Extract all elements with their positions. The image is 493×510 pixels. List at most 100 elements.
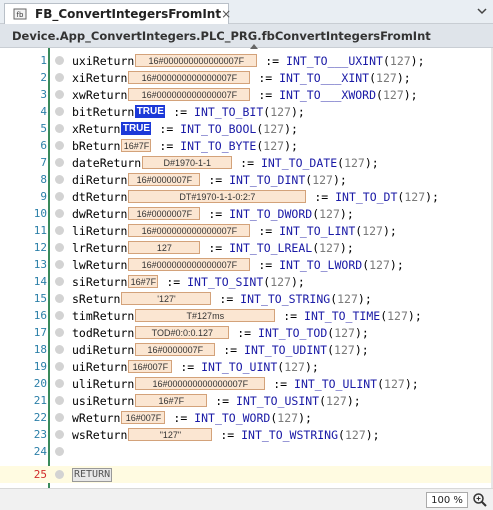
code-line[interactable]: 4 bitReturn TRUE := INT_TO_BIT(127); xyxy=(0,103,493,120)
monitor-value[interactable]: 16#7F xyxy=(121,139,152,152)
breakpoint-marker[interactable] xyxy=(55,107,64,116)
breakpoint-marker[interactable] xyxy=(55,141,64,150)
code-line[interactable]: 23 wsReturn "127" := INT_TO_WSTRING(127); xyxy=(0,426,493,443)
code-line[interactable]: 17 todReturn TOD#0:0:0.127 := INT_TO_TOD(1… xyxy=(0,324,493,341)
code-line[interactable]: 24 xyxy=(0,443,493,460)
close-paren: ); xyxy=(354,342,369,357)
close-paren: ); xyxy=(298,410,312,425)
monitor-value[interactable]: 16#007F xyxy=(121,411,166,424)
code-line[interactable]: 7 dateReturn D#1970-1-1 := INT_TO_DATE(127… xyxy=(0,154,493,171)
code-line[interactable]: 19 uiReturn 16#007F := INT_TO_UINT(127); xyxy=(0,358,493,375)
monitor-value[interactable]: 127 xyxy=(128,241,201,254)
monitor-value[interactable]: 16#000000000000007F xyxy=(128,224,251,237)
variable-name: wsReturn xyxy=(72,427,128,442)
breakpoint-marker[interactable] xyxy=(55,124,64,133)
monitor-value[interactable]: TRUE xyxy=(121,122,152,135)
code-line[interactable]: 16 timReturn T#127ms := INT_TO_TIME(127); xyxy=(0,307,493,324)
function-name: INT_TO___UXINT xyxy=(286,53,383,68)
breakpoint-marker[interactable] xyxy=(55,226,64,235)
monitor-value[interactable]: 16#7F xyxy=(135,394,208,407)
open-paren: ( xyxy=(369,70,377,85)
monitor-value[interactable]: TRUE xyxy=(135,105,166,118)
monitor-value[interactable]: 16#0000007F xyxy=(128,207,201,220)
variable-name: dtReturn xyxy=(72,189,128,204)
monitor-value[interactable]: T#127ms xyxy=(135,309,276,322)
breakpoint-marker[interactable] xyxy=(55,209,64,218)
breakpoint-marker[interactable] xyxy=(55,73,64,82)
code-line[interactable]: 15 sReturn '127' := INT_TO_STRING(127); xyxy=(0,290,493,307)
monitor-value[interactable]: 16#000000000000007F xyxy=(128,71,251,84)
line-number: 19 xyxy=(33,360,47,373)
chevron-down-icon[interactable] xyxy=(477,6,487,16)
code-line[interactable]: 2 xiReturn 16#000000000000007F := INT_TO__… xyxy=(0,69,493,86)
function-name: INT_TO_BYTE xyxy=(180,138,257,153)
code-text: sReturn '127' := INT_TO_STRING(127); xyxy=(72,291,372,306)
breakpoint-marker[interactable] xyxy=(55,362,64,371)
code-line-current[interactable]: 25 RETURN xyxy=(0,466,493,483)
function-name: INT_TO_DATE xyxy=(260,155,338,170)
breakpoint-marker[interactable] xyxy=(55,192,64,201)
breakpoint-marker[interactable] xyxy=(55,311,64,320)
code-editor[interactable]: 1 uxiReturn 16#000000000000007F := INT_TO_… xyxy=(0,48,493,488)
monitor-value[interactable]: "127" xyxy=(128,428,213,441)
assign-operator: := xyxy=(173,359,202,374)
function-name: INT_TO_DT xyxy=(335,189,398,204)
breakpoint-marker[interactable] xyxy=(55,470,64,479)
argument-value: 127 xyxy=(284,359,305,374)
code-line[interactable]: 20 uliReturn 16#000000000000007F := INT_TO… xyxy=(0,375,493,392)
monitor-value[interactable]: 16#0000007F xyxy=(128,173,201,186)
zoom-level[interactable]: 100 % xyxy=(426,492,468,508)
breakpoint-marker[interactable] xyxy=(55,158,64,167)
breakpoint-marker[interactable] xyxy=(55,277,64,286)
code-line[interactable]: 3 xwReturn 16#000000000000007F := INT_TO__… xyxy=(0,86,493,103)
zoom-icon[interactable] xyxy=(472,492,488,508)
breakpoint-marker[interactable] xyxy=(55,396,64,405)
monitor-value[interactable]: 16#0000007F xyxy=(135,343,216,356)
assign-operator: := xyxy=(201,172,230,187)
breakpoint-marker[interactable] xyxy=(55,56,64,65)
breakpoint-marker[interactable] xyxy=(55,447,64,456)
code-line[interactable]: 10 dwReturn 16#0000007F := INT_TO_DWORD(12… xyxy=(0,205,493,222)
breakpoint-marker[interactable] xyxy=(55,175,64,184)
breakpoint-marker[interactable] xyxy=(55,90,64,99)
breakpoint-marker[interactable] xyxy=(55,294,64,303)
code-line[interactable]: 22 wReturn 16#007F := INT_TO_WORD(127); xyxy=(0,409,493,426)
code-line[interactable]: 14 siReturn 16#7F := INT_TO_SINT(127); xyxy=(0,273,493,290)
function-name: INT_TO_DINT xyxy=(229,172,306,187)
monitor-value[interactable]: DT#1970-1-1-0:2:7 xyxy=(128,190,307,203)
breakpoint-marker[interactable] xyxy=(55,430,64,439)
code-line[interactable]: 1 uxiReturn 16#000000000000007F := INT_TO_… xyxy=(0,52,493,69)
close-icon[interactable]: × xyxy=(221,7,231,21)
line-number: 5 xyxy=(40,122,47,135)
code-line[interactable]: 9 dtReturn DT#1970-1-1-0:2:7 := INT_TO_DT(… xyxy=(0,188,493,205)
monitor-value[interactable]: TOD#0:0:0.127 xyxy=(135,326,230,339)
assign-operator: := xyxy=(212,291,241,306)
monitor-value[interactable]: 16#000000000000007F xyxy=(135,54,258,67)
code-line[interactable]: 6 bReturn 16#7F := INT_TO_BYTE(127); xyxy=(0,137,493,154)
code-text: diReturn 16#0000007F := INT_TO_DINT(127); xyxy=(72,172,347,187)
monitor-value[interactable]: D#1970-1-1 xyxy=(142,156,233,169)
monitor-value[interactable]: 16#7F xyxy=(128,275,159,288)
breakpoint-marker[interactable] xyxy=(55,413,64,422)
monitor-value[interactable]: 16#000000000000007F xyxy=(135,377,266,390)
breakpoint-marker[interactable] xyxy=(55,379,64,388)
monitor-value[interactable]: 16#000000000000007F xyxy=(128,88,251,101)
monitor-value[interactable]: '127' xyxy=(121,292,212,305)
monitor-value[interactable]: 16#000000000000007F xyxy=(128,258,251,271)
code-line[interactable]: 5 xReturn TRUE := INT_TO_BOOL(127); xyxy=(0,120,493,137)
line-number: 3 xyxy=(40,88,47,101)
code-line[interactable]: 18 udiReturn 16#0000007F := INT_TO_UDINT(1… xyxy=(0,341,493,358)
code-line[interactable]: 11 liReturn 16#000000000000007F := INT_TO_… xyxy=(0,222,493,239)
monitor-value[interactable]: 16#007F xyxy=(128,360,173,373)
code-line[interactable]: 21 usiReturn 16#7F := INT_TO_USINT(127); xyxy=(0,392,493,409)
breakpoint-marker[interactable] xyxy=(55,328,64,337)
variable-name: xReturn xyxy=(72,121,121,136)
tab-fb-convert-integers[interactable]: fb FB_ConvertIntegersFromInt × xyxy=(4,3,231,24)
code-line[interactable]: 12 lrReturn 127 := INT_TO_LREAL(127); xyxy=(0,239,493,256)
code-line[interactable]: 13 lwReturn 16#000000000000007F := INT_TO_… xyxy=(0,256,493,273)
code-line[interactable]: 8 diReturn 16#0000007F := INT_TO_DINT(127)… xyxy=(0,171,493,188)
breakpoint-marker[interactable] xyxy=(55,345,64,354)
breakpoint-marker[interactable] xyxy=(55,243,64,252)
open-paren: ( xyxy=(382,53,390,68)
breakpoint-marker[interactable] xyxy=(55,260,64,269)
